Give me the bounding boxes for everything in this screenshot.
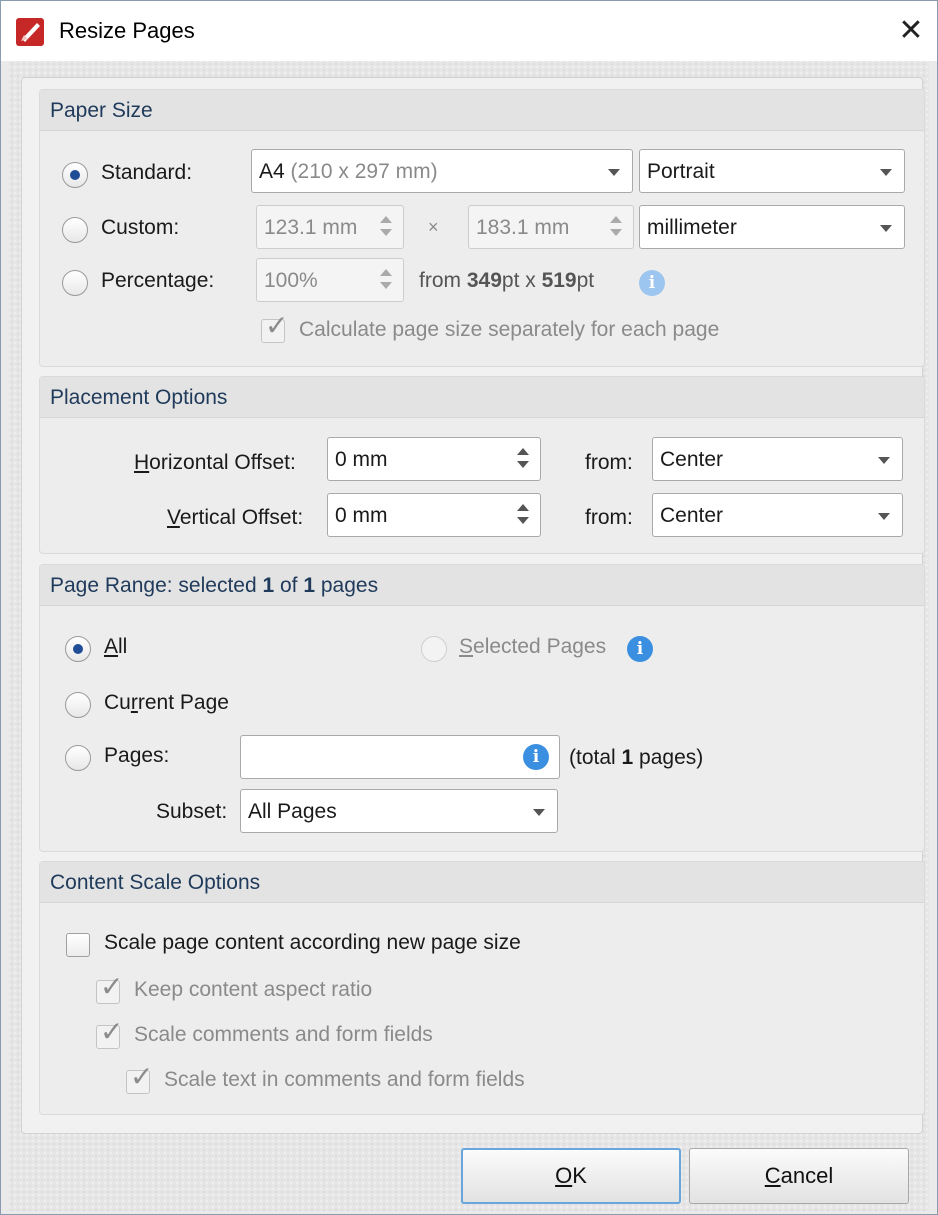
horizontal-offset-label: Horizontal Offset: [134,451,296,474]
content-scale-title: Content Scale Options [50,871,261,894]
chevron-down-icon [878,513,890,520]
checkmark-icon: ✓ [130,1061,154,1092]
subset-value: All Pages [248,800,337,823]
dialog-title: Resize Pages [59,18,195,43]
checkmark-icon: ✓ [265,310,289,341]
info-icon[interactable]: i [639,270,665,296]
unit-dropdown[interactable]: millimeter [639,205,905,249]
selected-pages-radio[interactable] [421,636,447,662]
custom-radio[interactable] [62,217,88,243]
keep-aspect-label: Keep content aspect ratio [134,978,373,1001]
vertical-from-value: Center [660,504,724,527]
content-scale-header: Content Scale Options [40,862,924,903]
scale-content-label: Scale page content according new page si… [104,931,521,954]
custom-height-spinbox[interactable]: 183.1 mm [468,205,634,249]
percentage-value: 100% [264,269,318,292]
standard-size-dims: (210 x 297 mm) [284,160,438,183]
horizontal-offset-value: 0 mm [335,448,388,471]
orientation-dropdown[interactable]: Portrait [639,149,905,193]
placement-options-header: Placement Options [40,377,924,418]
custom-label: Custom: [101,216,180,239]
v-from-label: from: [585,506,633,529]
custom-height-value: 183.1 mm [476,216,570,239]
vertical-offset-spinbox[interactable]: 0 mm [327,493,541,537]
paper-size-header: Paper Size [40,90,924,131]
page-range-title: Page Range: selected 1 of 1 pages [50,574,379,597]
scale-text-checkbox[interactable]: ✓ [126,1063,153,1094]
spinner-arrows-icon [609,214,623,240]
selected-pages-label: Selected Pages [459,635,607,658]
standard-size-name: A4 [259,160,285,183]
checkmark-icon: ✓ [100,1016,124,1047]
spinner-arrows-icon [516,446,530,472]
h-from-label: from: [585,451,633,474]
horizontal-from-value: Center [660,448,724,471]
resize-pages-dialog: Resize Pages ✕ Paper Size Standard: A4 (… [0,0,938,1215]
info-icon[interactable]: i [627,636,653,662]
scale-content-checkbox[interactable] [66,933,90,957]
info-icon[interactable]: i [523,744,549,770]
subset-dropdown[interactable]: All Pages [240,789,558,833]
percentage-spinbox[interactable]: 100% [256,258,404,302]
placement-options-title: Placement Options [50,386,228,409]
orientation-value: Portrait [647,160,715,183]
all-pages-radio[interactable] [65,636,91,662]
spinner-arrows-icon [379,214,393,240]
custom-width-value: 123.1 mm [264,216,358,239]
title-bar: Resize Pages ✕ [1,1,937,61]
close-icon[interactable]: ✕ [891,11,931,51]
pdf-app-icon [16,18,44,46]
current-page-label: Current Page [104,691,229,714]
standard-size-dropdown[interactable]: A4 (210 x 297 mm) [251,149,633,193]
scale-comments-label: Scale comments and form fields [134,1023,433,1046]
horizontal-from-dropdown[interactable]: Center [652,437,903,481]
total-pages-text: (total 1 pages) [569,746,704,769]
spinner-arrows-icon [516,502,530,528]
scale-comments-checkbox[interactable]: ✓ [96,1018,123,1049]
vertical-from-dropdown[interactable]: Center [652,493,903,537]
all-pages-label: All [104,635,128,658]
chevron-down-icon [533,809,545,816]
spinner-arrows-icon [379,267,393,293]
unit-value: millimeter [647,216,737,239]
paper-size-title: Paper Size [50,99,153,122]
ok-button[interactable]: OK [461,1148,681,1204]
percentage-label: Percentage: [101,269,215,292]
pages-input[interactable]: i [240,735,560,779]
percentage-radio[interactable] [62,270,88,296]
original-size-text: from 349pt x 519pt [419,269,595,292]
calc-separately-checkbox[interactable]: ✓ [261,312,288,343]
pages-radio[interactable] [65,745,91,771]
vertical-offset-value: 0 mm [335,504,388,527]
chevron-down-icon [608,169,620,176]
keep-aspect-checkbox[interactable]: ✓ [96,973,123,1004]
pages-label: Pages: [104,744,170,767]
chevron-down-icon [878,457,890,464]
scale-text-label: Scale text in comments and form fields [164,1068,525,1091]
calc-separately-label: Calculate page size separately for each … [299,318,720,341]
vertical-offset-label: Vertical Offset: [167,506,304,529]
current-page-radio[interactable] [65,692,91,718]
times-sign: × [428,217,439,237]
horizontal-offset-spinbox[interactable]: 0 mm [327,437,541,481]
checkmark-icon: ✓ [100,971,124,1002]
custom-width-spinbox[interactable]: 123.1 mm [256,205,404,249]
standard-label: Standard: [101,161,193,184]
standard-radio[interactable] [62,162,88,188]
page-range-header: Page Range: selected 1 of 1 pages [40,565,924,606]
cancel-button[interactable]: Cancel [689,1148,909,1204]
chevron-down-icon [880,225,892,232]
subset-label: Subset: [156,800,228,823]
chevron-down-icon [880,169,892,176]
